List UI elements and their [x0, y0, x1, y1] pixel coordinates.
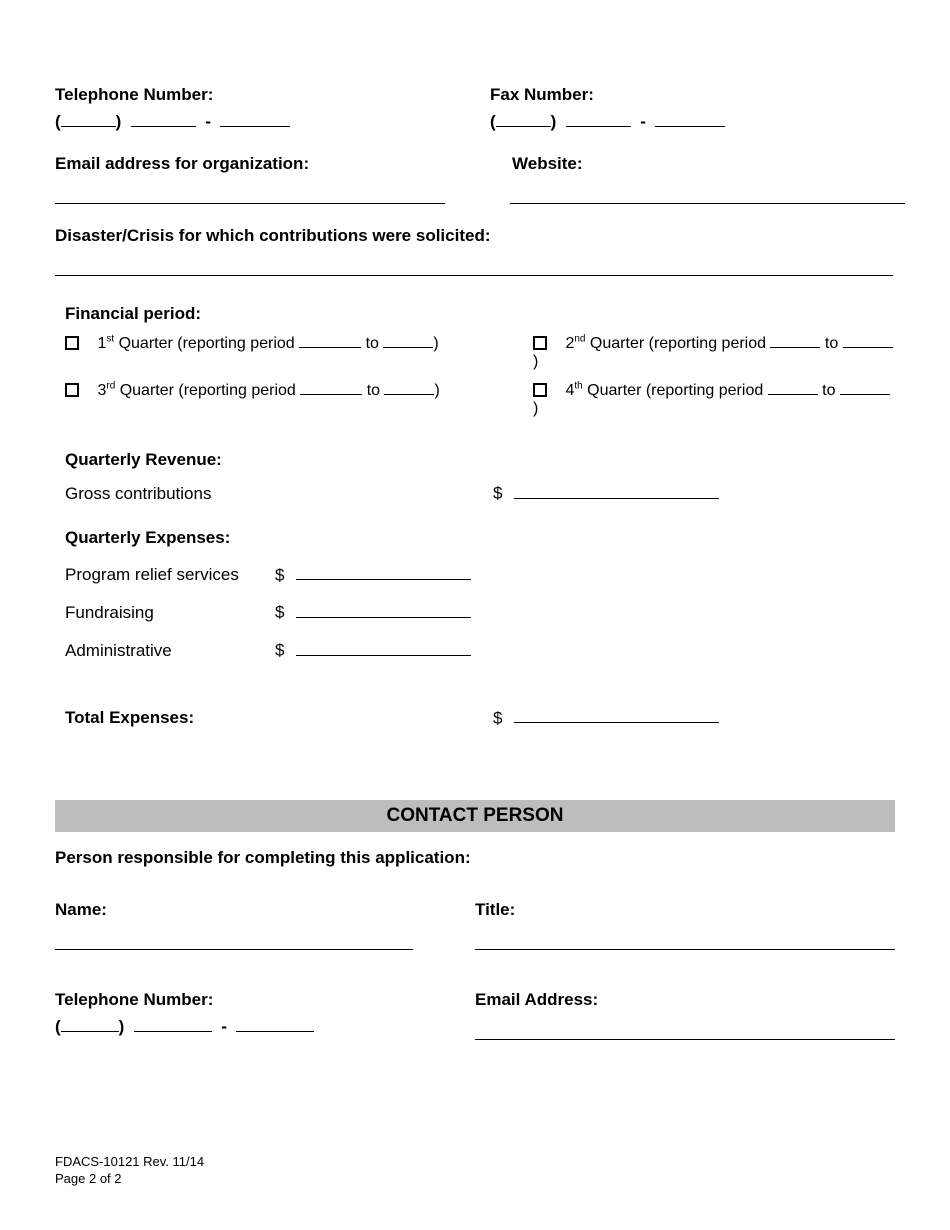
website-input[interactable] — [510, 174, 905, 204]
q2-close: ) — [533, 353, 538, 370]
fundraising-input[interactable] — [296, 599, 471, 618]
q4-checkbox[interactable] — [533, 383, 547, 397]
total-expenses-label: Total Expenses: — [65, 708, 493, 728]
q2-from-input[interactable] — [770, 332, 820, 348]
quarterly-expenses-heading: Quarterly Expenses: — [65, 528, 895, 548]
total-dollar: $ — [493, 708, 502, 727]
dash: - — [221, 1017, 227, 1036]
q1-from-input[interactable] — [299, 332, 361, 348]
program-relief-input[interactable] — [296, 562, 471, 581]
admin-dollar: $ — [275, 641, 284, 660]
total-expenses-input[interactable] — [514, 705, 719, 724]
contact-title-input[interactable] — [475, 920, 895, 950]
q4-text: Quarter (reporting period — [583, 382, 768, 399]
q2-to: to — [820, 335, 842, 352]
q1-close: ) — [433, 335, 438, 352]
paren-close: ) — [116, 112, 122, 131]
dash: - — [205, 112, 211, 131]
contact-title-label: Title: — [475, 900, 895, 920]
email-org-label: Email address for organization: — [55, 154, 490, 174]
q2-text: Quarter (reporting period — [585, 335, 770, 352]
financial-period-label: Financial period: — [65, 304, 895, 324]
q3-text: Quarter (reporting period — [115, 382, 300, 399]
administrative-input[interactable] — [296, 637, 471, 656]
contact-email-input[interactable] — [475, 1010, 895, 1040]
program-dollar: $ — [275, 565, 284, 584]
contact-telephone-label: Telephone Number: — [55, 990, 475, 1010]
disaster-input[interactable] — [55, 246, 893, 276]
footer-page: Page 2 of 2 — [55, 1171, 204, 1188]
q1-to-input[interactable] — [383, 332, 433, 348]
q1-checkbox[interactable] — [65, 336, 79, 350]
gross-contrib-input[interactable] — [514, 480, 719, 499]
fundraising-dollar: $ — [275, 603, 284, 622]
fax-label: Fax Number: — [490, 85, 895, 105]
q3-checkbox[interactable] — [65, 383, 79, 397]
q3-to-input[interactable] — [384, 379, 434, 395]
q1-to: to — [361, 335, 383, 352]
q4-to: to — [818, 382, 840, 399]
q3-to: to — [362, 382, 384, 399]
paren-close: ) — [119, 1017, 125, 1036]
contact-person-banner: CONTACT PERSON — [55, 800, 895, 832]
footer-form-id: FDACS-10121 Rev. 11/14 — [55, 1154, 204, 1171]
q2-sup: nd — [574, 334, 585, 345]
q3-sup: rd — [106, 381, 115, 392]
gross-contrib-label: Gross contributions — [65, 484, 493, 504]
administrative-label: Administrative — [65, 641, 275, 661]
disaster-label: Disaster/Crisis for which contributions … — [55, 226, 895, 246]
website-label: Website: — [490, 154, 905, 174]
q4-close: ) — [533, 400, 538, 417]
contact-name-label: Name: — [55, 900, 475, 920]
contact-email-label: Email Address: — [475, 990, 895, 1010]
fundraising-label: Fundraising — [65, 603, 275, 623]
q3-close: ) — [434, 382, 439, 399]
fax-input-line[interactable]: () - — [490, 109, 895, 132]
q1-text: Quarter (reporting period — [114, 335, 299, 352]
contact-name-input[interactable] — [55, 920, 413, 950]
telephone-label: Telephone Number: — [55, 85, 490, 105]
telephone-input-line[interactable]: () - — [55, 109, 490, 132]
q2-checkbox[interactable] — [533, 336, 547, 350]
quarterly-revenue-heading: Quarterly Revenue: — [65, 450, 895, 470]
dash: - — [640, 112, 646, 131]
program-relief-label: Program relief services — [65, 565, 275, 585]
q3-from-input[interactable] — [300, 379, 362, 395]
gross-dollar: $ — [493, 484, 502, 503]
contact-telephone-input-line[interactable]: () - — [55, 1014, 475, 1037]
q1-sup: st — [106, 334, 114, 345]
q4-from-input[interactable] — [768, 379, 818, 395]
responsible-label: Person responsible for completing this a… — [55, 848, 895, 868]
paren-close: ) — [551, 112, 557, 131]
email-org-input[interactable] — [55, 174, 445, 204]
q4-to-input[interactable] — [840, 379, 890, 395]
q2-to-input[interactable] — [843, 332, 893, 348]
q4-sup: th — [574, 381, 582, 392]
